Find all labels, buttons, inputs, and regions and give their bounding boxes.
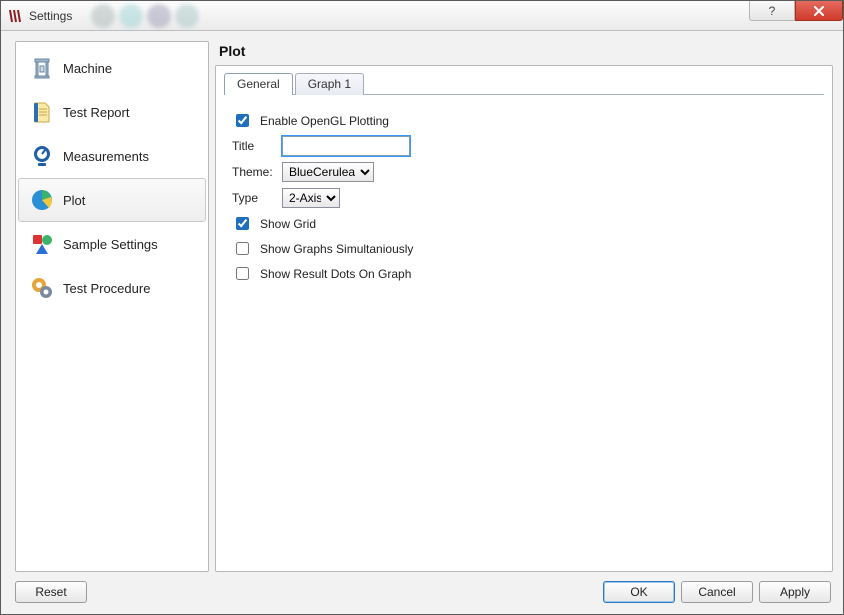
row-type: Type 2-Axis bbox=[232, 188, 816, 208]
button-label: Cancel bbox=[698, 585, 735, 599]
close-icon bbox=[813, 6, 825, 16]
sidebar: Machine Test Report Measurements Plot bbox=[15, 41, 209, 572]
help-icon: ? bbox=[769, 4, 776, 18]
report-icon bbox=[29, 99, 55, 125]
reset-button[interactable]: Reset bbox=[15, 581, 87, 603]
help-button[interactable]: ? bbox=[749, 1, 795, 21]
content-area: Machine Test Report Measurements Plot bbox=[1, 31, 843, 574]
sidebar-item-label: Machine bbox=[63, 61, 112, 76]
sidebar-item-label: Test Procedure bbox=[63, 281, 150, 296]
sidebar-item-label: Sample Settings bbox=[63, 237, 158, 252]
button-label: Reset bbox=[35, 585, 66, 599]
window-title: Settings bbox=[29, 9, 72, 23]
button-label: OK bbox=[630, 585, 647, 599]
measurements-icon bbox=[29, 143, 55, 169]
background-decoration bbox=[91, 1, 199, 31]
show-grid-label: Show Grid bbox=[260, 217, 316, 231]
type-label: Type bbox=[232, 191, 274, 205]
sidebar-item-measurements[interactable]: Measurements bbox=[18, 134, 206, 178]
row-show-dots: Show Result Dots On Graph bbox=[232, 264, 816, 283]
apply-button[interactable]: Apply bbox=[759, 581, 831, 603]
tab-label: General bbox=[237, 77, 280, 91]
settings-window: Settings ? Machine bbox=[0, 0, 844, 615]
panel-body: General Graph 1 Enable OpenGL Plotting T… bbox=[215, 65, 833, 572]
footer: Reset OK Cancel Apply bbox=[1, 574, 843, 614]
test-procedure-icon bbox=[29, 275, 55, 301]
button-label: Apply bbox=[780, 585, 810, 599]
enable-opengl-checkbox[interactable] bbox=[236, 114, 249, 127]
tab-bar: General Graph 1 bbox=[216, 66, 832, 94]
title-label: Title bbox=[232, 139, 274, 153]
row-title: Title bbox=[232, 136, 816, 156]
row-show-simul: Show Graphs Simultaniously bbox=[232, 239, 816, 258]
sample-settings-icon bbox=[29, 231, 55, 257]
show-simul-checkbox[interactable] bbox=[236, 242, 249, 255]
row-theme: Theme: BlueCerulean bbox=[232, 162, 816, 182]
plot-icon bbox=[29, 187, 55, 213]
sidebar-item-test-report[interactable]: Test Report bbox=[18, 90, 206, 134]
theme-select[interactable]: BlueCerulean bbox=[282, 162, 374, 182]
sidebar-item-test-procedure[interactable]: Test Procedure bbox=[18, 266, 206, 310]
sidebar-item-label: Test Report bbox=[63, 105, 129, 120]
tab-label: Graph 1 bbox=[308, 77, 351, 91]
main-panel: Plot General Graph 1 Enable OpenGL Plott… bbox=[215, 41, 833, 572]
titlebar: Settings ? bbox=[1, 1, 843, 31]
type-select[interactable]: 2-Axis bbox=[282, 188, 340, 208]
show-dots-checkbox[interactable] bbox=[236, 267, 249, 280]
show-simul-label: Show Graphs Simultaniously bbox=[260, 242, 413, 256]
sidebar-item-machine[interactable]: Machine bbox=[18, 46, 206, 90]
tab-general[interactable]: General bbox=[224, 73, 293, 95]
close-button[interactable] bbox=[795, 1, 843, 21]
show-dots-label: Show Result Dots On Graph bbox=[260, 267, 411, 281]
tab-content-general: Enable OpenGL Plotting Title Theme: Blue… bbox=[224, 94, 824, 563]
sidebar-item-label: Plot bbox=[63, 193, 85, 208]
app-icon bbox=[7, 8, 23, 24]
title-input[interactable] bbox=[282, 136, 410, 156]
ok-button[interactable]: OK bbox=[603, 581, 675, 603]
window-controls: ? bbox=[749, 1, 843, 21]
cancel-button[interactable]: Cancel bbox=[681, 581, 753, 603]
show-grid-checkbox[interactable] bbox=[236, 217, 249, 230]
panel-title: Plot bbox=[215, 41, 833, 65]
sidebar-item-sample-settings[interactable]: Sample Settings bbox=[18, 222, 206, 266]
row-enable-opengl: Enable OpenGL Plotting bbox=[232, 111, 816, 130]
sidebar-item-label: Measurements bbox=[63, 149, 149, 164]
theme-label: Theme: bbox=[232, 165, 274, 179]
tab-graph-1[interactable]: Graph 1 bbox=[295, 73, 364, 95]
row-show-grid: Show Grid bbox=[232, 214, 816, 233]
enable-opengl-label: Enable OpenGL Plotting bbox=[260, 114, 389, 128]
machine-icon bbox=[29, 55, 55, 81]
sidebar-item-plot[interactable]: Plot bbox=[18, 178, 206, 222]
